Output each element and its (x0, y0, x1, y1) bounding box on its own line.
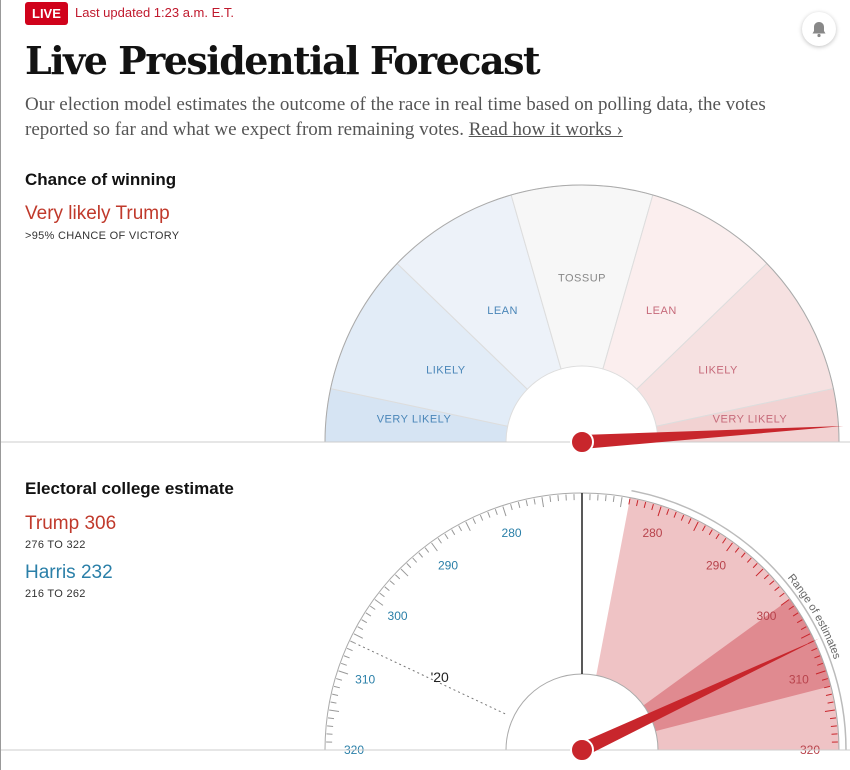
tick (533, 498, 536, 505)
tick (327, 725, 334, 727)
previous-election-label: '20 (431, 669, 449, 685)
tick (361, 619, 368, 624)
tick (424, 547, 430, 553)
chance-segment-label: VERY LIKELY (377, 413, 452, 425)
tick (549, 495, 552, 503)
tick (338, 670, 349, 675)
tick (353, 633, 364, 639)
harris-tick-label: 290 (438, 559, 458, 573)
tick (369, 605, 376, 610)
tick (357, 626, 364, 630)
tick (336, 678, 343, 681)
harris-tick-label: 310 (355, 673, 375, 687)
tick (502, 506, 507, 517)
tick (340, 662, 347, 666)
tick (479, 514, 484, 521)
trump-tick-label: 310 (789, 673, 809, 687)
electoral-needle-hub (570, 738, 594, 762)
trump-tick-label: 300 (756, 609, 776, 623)
trump-tick-label: 290 (706, 559, 726, 573)
tick (517, 501, 521, 508)
tick (350, 640, 357, 645)
tick (400, 568, 409, 577)
tick (510, 504, 513, 511)
tick (330, 701, 337, 704)
chance-segment-label: LEAN (646, 305, 677, 317)
tick (406, 563, 412, 569)
tick (332, 693, 339, 696)
tick (379, 592, 385, 598)
tick (431, 542, 438, 552)
tick (374, 599, 384, 606)
tick (451, 529, 456, 536)
harris-tick-label: 280 (502, 526, 522, 540)
chance-segment-label: LEAN (487, 305, 518, 317)
tick (541, 497, 545, 508)
trump-tick-label: 280 (642, 526, 662, 540)
tick (437, 537, 442, 544)
tick (418, 552, 424, 558)
tick (365, 612, 372, 617)
tick (412, 557, 418, 563)
tick (612, 495, 615, 503)
tick (525, 500, 528, 507)
harris-tick-label: 300 (388, 609, 408, 623)
tick (327, 717, 335, 720)
tick (487, 511, 491, 518)
tick (333, 685, 340, 689)
chance-needle-hub (570, 430, 594, 454)
tick (472, 518, 477, 525)
chance-segment-label: LIKELY (698, 365, 738, 377)
tick (343, 655, 350, 659)
chance-segment-label: LIKELY (426, 365, 466, 377)
tick (346, 647, 353, 652)
tick (384, 586, 390, 592)
tick (444, 533, 449, 540)
tick (605, 495, 607, 502)
chance-segment-label: TOSSUP (558, 273, 606, 285)
tick (389, 580, 395, 586)
tick (557, 495, 559, 502)
tick (619, 497, 623, 508)
tick (458, 525, 462, 532)
tick (329, 709, 340, 713)
tick (830, 725, 837, 727)
tick (395, 574, 401, 580)
gauges: VERY LIKELY LIKELY LEAN TOSSUP LEAN LIKELY VER… (1, 184, 850, 762)
chance-segment-label: VERY LIKELY (713, 413, 788, 425)
tick (494, 508, 498, 515)
tick (465, 521, 471, 532)
